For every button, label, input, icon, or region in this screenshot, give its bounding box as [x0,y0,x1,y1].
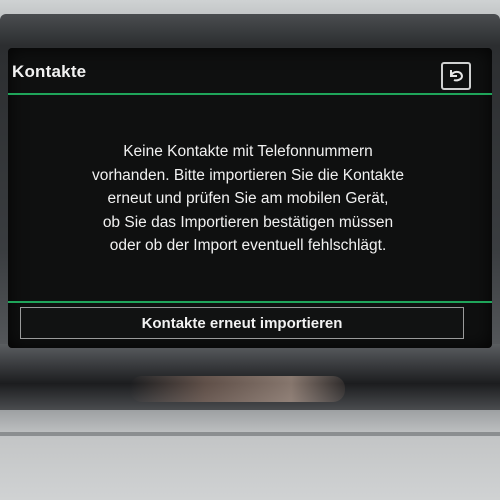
reimport-contacts-button[interactable]: Kontakte erneut importieren [20,307,464,339]
dashboard-trim-line [0,432,500,436]
screen-header: Kontakte [8,48,492,95]
message-line: oder ob der Import eventuell fehlschlägt… [109,237,387,254]
message-line: Keine Kontakte mit Telefonnummern [123,143,373,160]
dashboard-trim [0,410,500,500]
infotainment-screen: Kontakte Keine Kontakte mit Telefonnumme… [8,48,492,348]
action-divider [8,301,492,303]
message-line: vorhanden. Bitte importieren Sie die Kon… [92,166,404,184]
message-line: ob Sie das Importieren bestätigen müssen [102,213,394,231]
photo-background: Kontakte Keine Kontakte mit Telefonnumme… [0,0,500,500]
header-divider [8,93,492,95]
message-line: erneut und prüfen Sie am mobilen Gerät, [107,190,389,207]
bezel-reflection [130,376,345,402]
back-arrow-icon [450,70,464,82]
info-message: Keine Kontakte mit Telefonnummern vorhan… [38,140,458,258]
back-button[interactable] [441,62,471,90]
page-title: Kontakte [12,62,87,81]
reimport-contacts-label: Kontakte erneut importieren [141,314,343,332]
